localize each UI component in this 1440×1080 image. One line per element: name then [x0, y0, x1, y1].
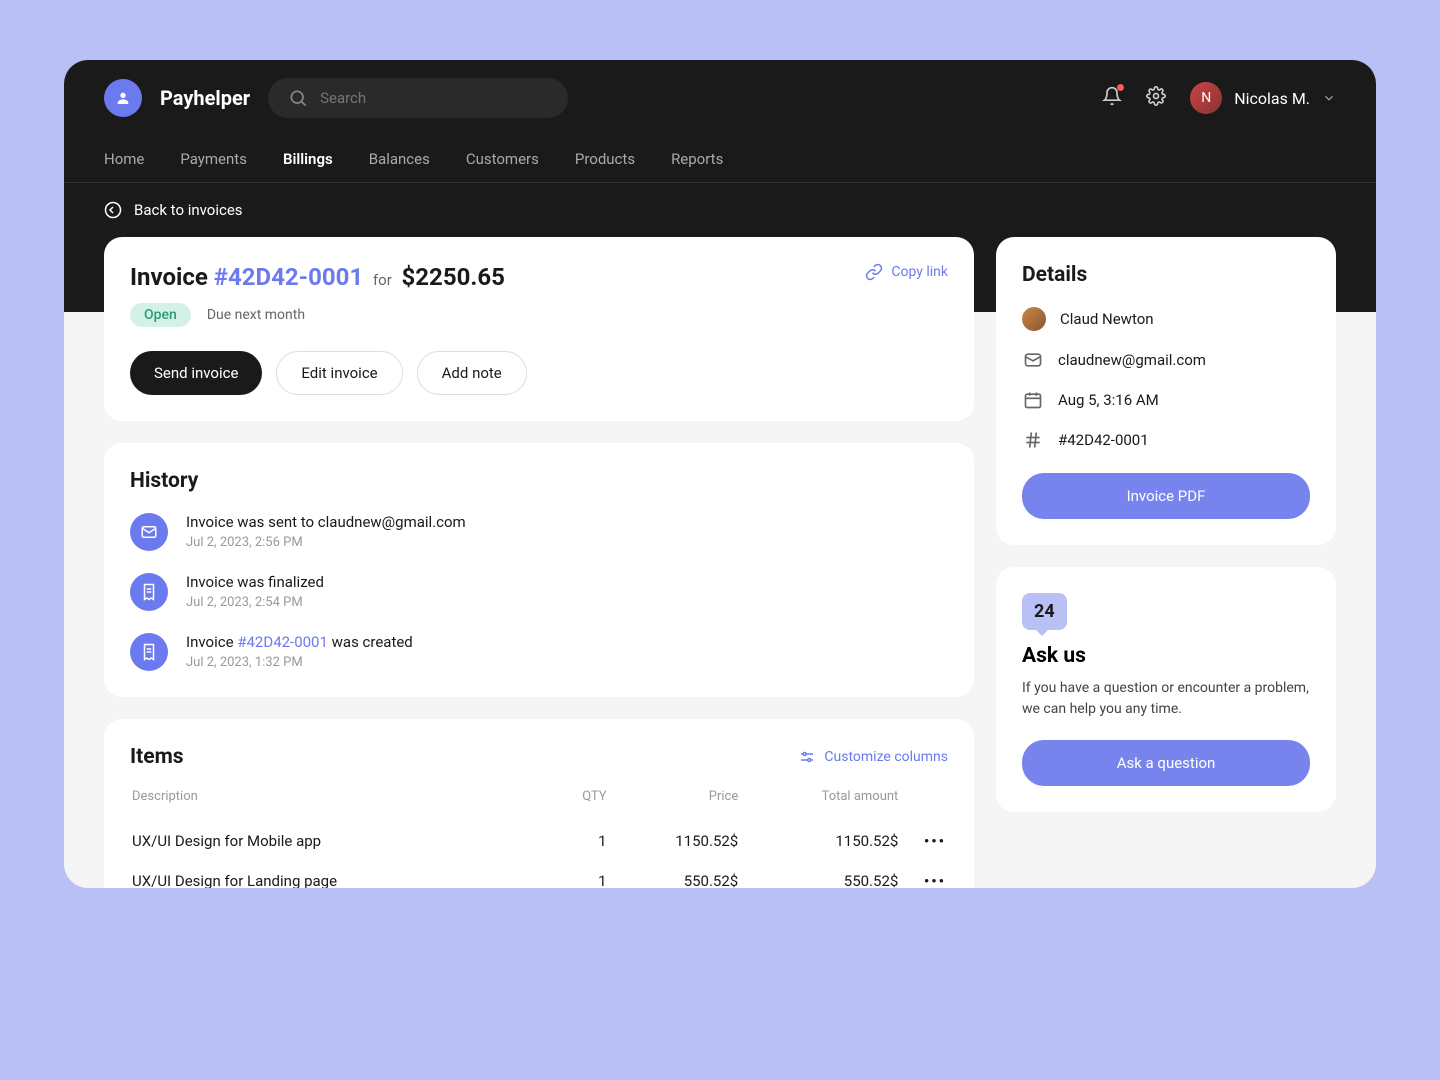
link-icon: [865, 263, 883, 281]
customer-name: Claud Newton: [1060, 310, 1154, 328]
nav-balances[interactable]: Balances: [369, 136, 430, 182]
chevron-down-icon: [1322, 91, 1336, 105]
copy-link[interactable]: Copy link: [865, 263, 948, 281]
hash-icon: [1022, 429, 1044, 451]
customer-email: claudnew@gmail.com: [1058, 351, 1206, 369]
edit-invoice-button[interactable]: Edit invoice: [276, 351, 402, 395]
envelope-icon: [130, 513, 168, 551]
due-text: Due next month: [207, 307, 305, 323]
invoice-date: Aug 5, 3:16 AM: [1058, 391, 1159, 409]
receipt-icon: [130, 633, 168, 671]
search-box[interactable]: [268, 78, 568, 118]
nav-products[interactable]: Products: [575, 136, 635, 182]
invoice-header-card: Invoice #42D42-0001 for $2250.65 Copy li…: [104, 237, 974, 421]
details-card: Details Claud Newton claudnew@gmail.com …: [996, 237, 1336, 545]
history-title: History: [130, 469, 948, 493]
notifications-icon[interactable]: [1102, 86, 1122, 110]
calendar-icon: [1022, 389, 1044, 411]
receipt-icon: [130, 573, 168, 611]
user-name: Nicolas M.: [1234, 89, 1310, 108]
send-invoice-button[interactable]: Send invoice: [130, 351, 262, 395]
sliders-icon: [798, 748, 816, 766]
ask-title: Ask us: [1022, 644, 1310, 668]
items-title: Items: [130, 745, 184, 769]
back-to-invoices[interactable]: Back to invoices: [64, 183, 1376, 237]
table-row: UX/UI Design for Landing page 1 550.52$ …: [132, 862, 946, 888]
row-actions[interactable]: •••: [900, 822, 946, 860]
col-price: Price: [609, 789, 739, 820]
history-item: Invoice was sent to claudnew@gmail.comJu…: [130, 513, 948, 551]
history-item: Invoice #42D42-0001 was createdJul 2, 20…: [130, 633, 948, 671]
ask-badge: 24: [1022, 593, 1067, 630]
invoice-id: #42D42-0001: [1058, 431, 1149, 449]
invoice-title: Invoice #42D42-0001 for $2250.65: [130, 263, 505, 291]
ask-us-card: 24 Ask us If you have a question or enco…: [996, 567, 1336, 812]
row-actions[interactable]: •••: [900, 862, 946, 888]
brand-name: Payhelper: [160, 86, 250, 110]
history-item: Invoice was finalizedJul 2, 2023, 2:54 P…: [130, 573, 948, 611]
items-card: Items Customize columns Description QTY …: [104, 719, 974, 888]
ask-question-button[interactable]: Ask a question: [1022, 740, 1310, 786]
status-badge: Open: [130, 303, 191, 327]
settings-icon[interactable]: [1146, 86, 1166, 110]
table-row: UX/UI Design for Mobile app 1 1150.52$ 1…: [132, 822, 946, 860]
search-icon: [288, 88, 308, 108]
col-description: Description: [132, 789, 554, 820]
invoice-pdf-button[interactable]: Invoice PDF: [1022, 473, 1310, 519]
add-note-button[interactable]: Add note: [417, 351, 527, 395]
ask-text: If you have a question or encounter a pr…: [1022, 678, 1310, 720]
nav-billings[interactable]: Billings: [283, 136, 333, 182]
main-nav: Home Payments Billings Balances Customer…: [64, 136, 1376, 183]
email-icon: [1022, 349, 1044, 371]
nav-home[interactable]: Home: [104, 136, 144, 182]
user-menu[interactable]: N Nicolas M.: [1190, 82, 1336, 114]
nav-reports[interactable]: Reports: [671, 136, 723, 182]
avatar: N: [1190, 82, 1222, 114]
nav-payments[interactable]: Payments: [180, 136, 247, 182]
details-title: Details: [1022, 263, 1310, 287]
customize-columns[interactable]: Customize columns: [798, 748, 948, 766]
nav-customers[interactable]: Customers: [466, 136, 539, 182]
search-input[interactable]: [320, 89, 548, 107]
back-icon: [104, 201, 122, 219]
col-qty: QTY: [556, 789, 606, 820]
customer-avatar: [1022, 307, 1046, 331]
logo-icon: [104, 79, 142, 117]
history-card: History Invoice was sent to claudnew@gma…: [104, 443, 974, 697]
col-total: Total amount: [740, 789, 898, 820]
